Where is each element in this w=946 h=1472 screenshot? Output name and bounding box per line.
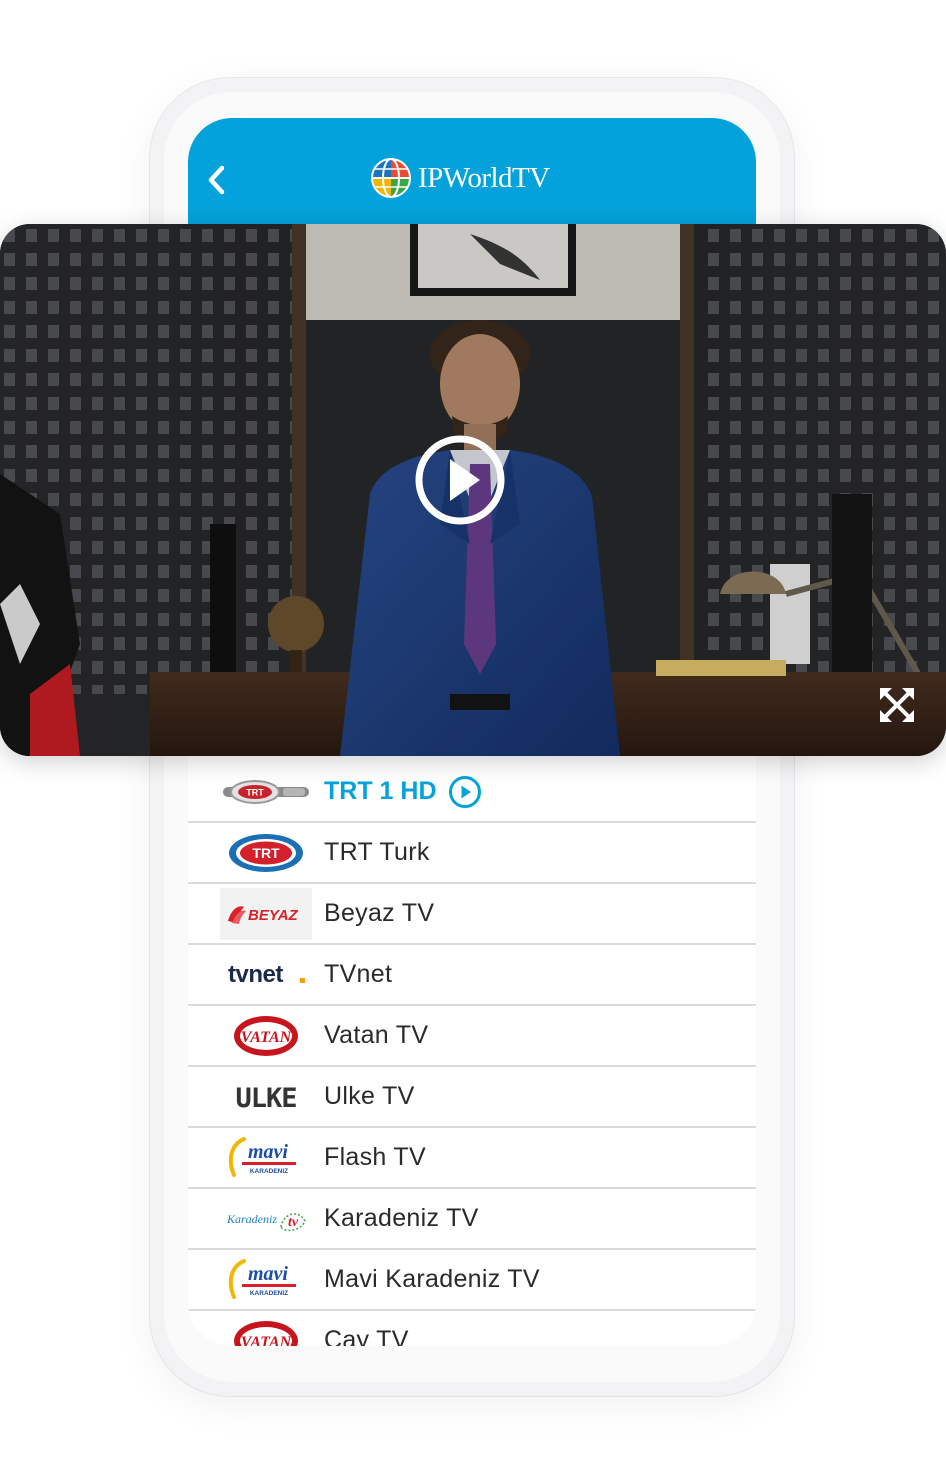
ulke-logo: ULKE [220, 1071, 312, 1123]
channel-row-trt-1-hd[interactable]: TRT TRT 1 HD [188, 762, 756, 823]
svg-text:TRT: TRT [246, 787, 264, 797]
chevron-left-icon [208, 165, 225, 195]
channel-row-mavi-karadeniz-tv[interactable]: mavi KARADENIZ Mavi Karadeniz TV [188, 1250, 756, 1311]
mavi-karadeniz-logo: mavi KARADENIZ [220, 1132, 312, 1184]
beyaz-logo: BEYAZ [220, 887, 312, 940]
channel-row-karadeniz-tv[interactable]: Karadeniz tv Karadeniz TV [188, 1189, 756, 1250]
svg-text:Karadeniz: Karadeniz [226, 1212, 277, 1226]
trt-turk-logo: TRT [220, 827, 312, 879]
brand-logo: IPWorldTV [370, 156, 550, 200]
trt-logo: TRT [220, 766, 312, 818]
channel-list: TRT TRT 1 HD TRT TRT Turk BEYAZ Beyaz TV… [188, 762, 756, 1346]
play-circle-icon [415, 435, 505, 525]
channel-name: Flash TV [324, 1143, 426, 1171]
app-header: IPWorldTV [188, 118, 756, 228]
channel-name: Cay TV [324, 1326, 409, 1346]
globe-logo-icon [371, 158, 411, 198]
svg-text:VATAN: VATAN [241, 1334, 293, 1347]
channel-name: Vatan TV [324, 1021, 429, 1049]
svg-text:BEYAZ: BEYAZ [248, 907, 299, 924]
svg-text:tv: tv [288, 1215, 299, 1230]
svg-text:KARADENIZ: KARADENIZ [250, 1168, 288, 1175]
svg-text:KARADENIZ: KARADENIZ [250, 1290, 288, 1297]
channel-name: TRT Turk [324, 838, 430, 866]
channel-name: TRT 1 HD [324, 777, 437, 805]
karadeniz-logo: Karadeniz tv [220, 1193, 312, 1245]
svg-text:mavi: mavi [248, 1263, 288, 1285]
play-button[interactable] [414, 434, 506, 526]
channel-name: Karadeniz TV [324, 1204, 479, 1232]
svg-text:ULKE: ULKE [235, 1083, 296, 1112]
channel-name: Beyaz TV [324, 899, 435, 927]
channel-row-tvnet[interactable]: tvnet TVnet [188, 945, 756, 1006]
tvnet-logo: tvnet [220, 949, 312, 1001]
channel-row-trt-turk[interactable]: TRT TRT Turk [188, 823, 756, 884]
channel-name: Mavi Karadeniz TV [324, 1265, 540, 1293]
play-circle-icon[interactable] [448, 775, 481, 808]
fullscreen-icon [880, 688, 914, 722]
back-button[interactable] [194, 158, 238, 202]
channel-name: Ulke TV [324, 1082, 415, 1110]
channel-row-flash-tv[interactable]: mavi KARADENIZ Flash TV [188, 1128, 756, 1189]
channel-row-beyaz-tv[interactable]: BEYAZ Beyaz TV [188, 884, 756, 945]
channel-row-cay-tv[interactable]: VATAN Cay TV [188, 1311, 756, 1346]
channel-row-ulke-tv[interactable]: ULKE Ulke TV [188, 1067, 756, 1128]
fullscreen-button[interactable] [878, 686, 916, 724]
vatan-logo: VATAN [220, 1010, 312, 1062]
mavi-karadeniz-logo: mavi KARADENIZ [220, 1254, 312, 1306]
svg-text:TRT: TRT [252, 845, 280, 861]
cay-logo: VATAN [220, 1315, 312, 1347]
brand-title: IPWorldTV [418, 161, 550, 194]
svg-text:VATAN: VATAN [241, 1029, 293, 1046]
svg-text:tvnet: tvnet [228, 961, 283, 988]
channel-row-vatan-tv[interactable]: VATAN Vatan TV [188, 1006, 756, 1067]
svg-text:mavi: mavi [248, 1141, 288, 1163]
channel-name: TVnet [324, 960, 393, 988]
